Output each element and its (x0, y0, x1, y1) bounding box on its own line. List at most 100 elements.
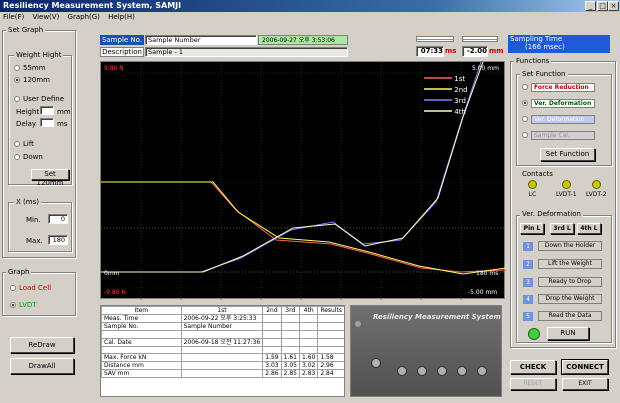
table-cell (317, 337, 344, 347)
value2: -2.00 (462, 46, 488, 57)
step-3-num: 3 (523, 278, 533, 287)
radio-down[interactable]: Down (14, 153, 43, 161)
func-sample-cal[interactable]: Sample Cal. (522, 131, 595, 140)
menu-graph[interactable]: Graph(G) (65, 12, 103, 23)
step-1-button[interactable]: Down the Holder (538, 241, 602, 251)
sample-number-input[interactable]: Sample Number (145, 35, 257, 45)
table-cell (262, 337, 282, 347)
table-row (101, 330, 344, 339)
col-4th: 4th (298, 306, 319, 315)
x-min-label: Min. (26, 216, 41, 224)
col-item: Item (101, 306, 182, 315)
table-cell (180, 345, 264, 354)
table-cell: 1.61 (280, 353, 300, 362)
func-ver-deformation[interactable]: Ver. Deformation (522, 99, 595, 108)
legend-3rd: 3rd (424, 97, 466, 105)
date-display: 2006-09-27 오후 3:53:06 (258, 35, 348, 45)
run-button[interactable]: RUN (547, 327, 589, 340)
x-max-input[interactable]: 180 (48, 235, 68, 245)
exit-button[interactable]: EXIT (562, 378, 608, 390)
table-cell: 2.86 (262, 369, 282, 378)
delay-input[interactable] (40, 118, 54, 127)
x-min-input[interactable]: 0 (48, 214, 68, 224)
check-button[interactable]: CHECK (510, 360, 556, 374)
step-2-button[interactable]: Lift the Weight (538, 259, 602, 269)
table-cell (317, 345, 344, 354)
x-ms-title: X (ms) (14, 198, 41, 206)
table-cell: 3.05 (280, 361, 300, 370)
menu-view[interactable]: View(V) (29, 12, 62, 23)
step-5-button[interactable]: Read the Data (538, 311, 602, 321)
table-cell (298, 337, 319, 347)
table-cell: 1.60 (298, 353, 319, 362)
height-unit: mm (57, 108, 71, 116)
table-cell (180, 361, 264, 370)
radio-55mm[interactable]: 55mm (14, 64, 46, 72)
table-cell: 2.84 (317, 369, 344, 378)
weight-height-title: Weight Hight (14, 51, 64, 59)
set-function-button[interactable]: Set Function (540, 148, 595, 161)
step-2-num: 2 (523, 260, 533, 269)
y-right-mid-label: 180 ms (476, 270, 499, 277)
radio-lift[interactable]: Lift (14, 140, 34, 148)
height-label: Height (16, 108, 40, 116)
3rd-l-button[interactable]: 3rd L (550, 223, 574, 234)
table-cell (280, 345, 300, 354)
radio-load-cell[interactable]: Load Cell (10, 284, 51, 292)
close-button[interactable]: × (608, 1, 619, 11)
table-cell (262, 314, 282, 323)
table-cell: Sample No. (101, 322, 182, 331)
menu-file[interactable]: File(F) (0, 12, 27, 23)
table-row (101, 345, 344, 354)
table-cell (101, 330, 182, 339)
table-cell: SAV mm (101, 369, 182, 378)
height-input[interactable] (40, 106, 54, 115)
col-3rd: 3rd (280, 306, 300, 315)
radio-user-define[interactable]: User Define (14, 95, 64, 103)
sampling-time-panel: Sampling Time (166 msec) (508, 35, 610, 53)
table-cell (298, 330, 319, 339)
device-knob-2 (397, 366, 407, 376)
pin-l-button[interactable]: Pin L (520, 223, 544, 234)
y-left-mid-label: 0mm (104, 270, 120, 277)
table-cell (280, 337, 300, 347)
menu-help[interactable]: Help(H) (105, 12, 138, 23)
table-cell: 2.96 (317, 361, 344, 370)
maximize-button[interactable]: □ (597, 1, 608, 11)
set-120mm-button[interactable]: Set 120mm (31, 169, 69, 187)
table-cell (298, 314, 319, 323)
y-left-bottom-label: -9.80 N (104, 289, 126, 296)
reset-button[interactable]: RESET (510, 378, 556, 390)
results-table: Item 1st 2nd 3rd 4th Results Meas. Time 2… (101, 306, 344, 378)
table-cell: Sample Number (180, 322, 264, 331)
table-cell (262, 345, 282, 354)
table-cell (180, 369, 264, 378)
table-row: Distance mm 3.03 3.05 3.02 2.96 (101, 361, 344, 370)
table-cell: 2.83 (298, 369, 319, 378)
4th-l-button[interactable]: 4th L (577, 223, 601, 234)
radio-lvdt[interactable]: LVDT (10, 301, 37, 309)
table-cell: 1.59 (262, 353, 282, 362)
col-2nd: 2nd (262, 306, 282, 315)
drawall-button[interactable]: DrawAll (10, 358, 74, 374)
table-cell: 2006-09-22 오후 3:25:33 (180, 314, 264, 323)
table-cell (262, 330, 282, 339)
device-knob-6 (477, 366, 487, 376)
table-row: Cal. Date 2006-09-18 오전 11:27:36 (101, 337, 344, 347)
description-input[interactable]: Sample - 1 (145, 47, 348, 57)
table-cell (180, 353, 264, 362)
connect-button[interactable]: CONNECT (561, 359, 609, 375)
col-results: Results (317, 306, 344, 315)
minimize-button[interactable]: _ (585, 1, 596, 11)
func-force-reduction[interactable]: Force Reduction (522, 83, 595, 92)
step-4-button[interactable]: Drop the Weight (538, 294, 602, 304)
table-cell: 1.58 (317, 353, 344, 362)
redraw-button[interactable]: ReDraw (10, 337, 74, 353)
lamp-lvdt-1: LVDT-1 (556, 180, 577, 198)
device-knob-1 (371, 358, 381, 368)
func-ver-deformation-2[interactable]: Ver. Deformation (522, 115, 595, 124)
radio-120mm[interactable]: 120mm (14, 76, 50, 84)
legend-4th: 4th (424, 108, 466, 116)
step-3-button[interactable]: Ready to Drop (538, 277, 602, 287)
sample-no-label: Sample No. (100, 35, 144, 45)
